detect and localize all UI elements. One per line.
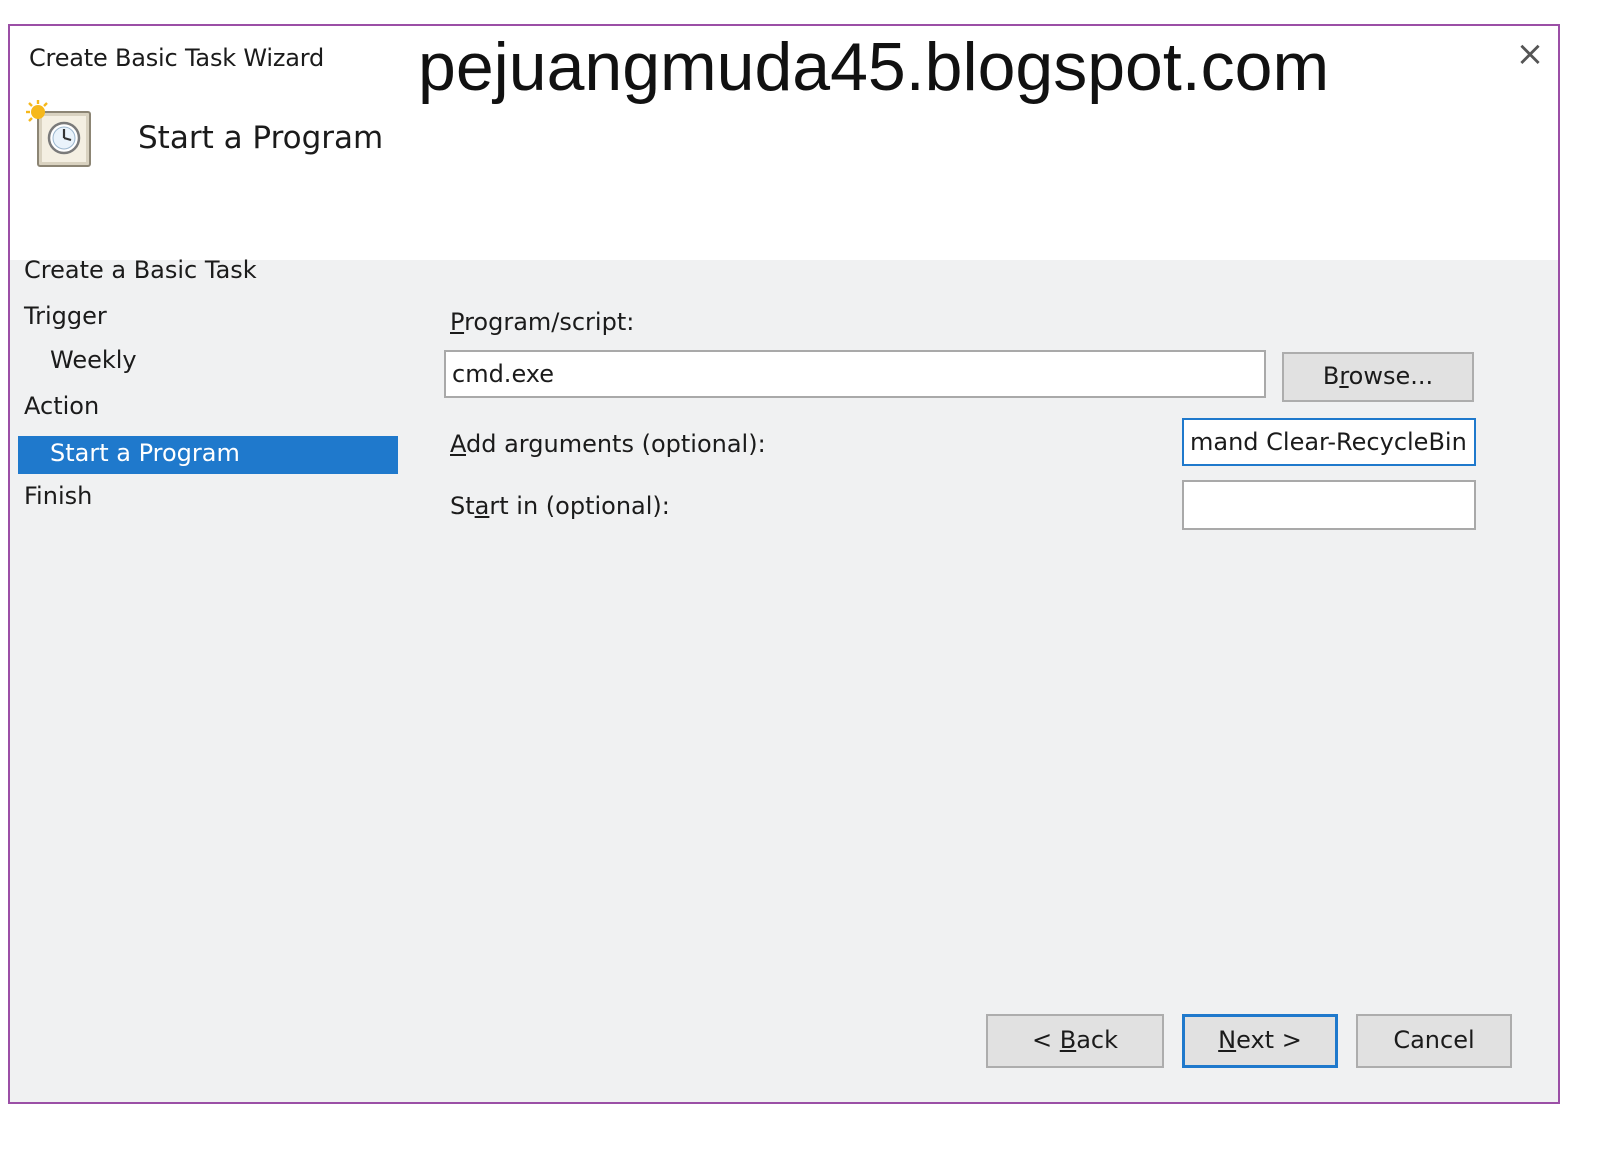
close-icon: × xyxy=(1515,34,1545,74)
program-script-input[interactable] xyxy=(444,350,1266,398)
back-button[interactable]: < Back xyxy=(986,1014,1164,1068)
close-button[interactable]: × xyxy=(1510,34,1550,74)
add-arguments-label: Add arguments (optional): xyxy=(450,430,766,458)
wizard-header: Create Basic Task Wizard pejuangmuda45.b… xyxy=(10,26,1558,260)
nav-create-basic-task[interactable]: Create a Basic Task xyxy=(24,256,257,284)
wizard-window: Create Basic Task Wizard pejuangmuda45.b… xyxy=(8,24,1560,1104)
browse-button[interactable]: Browse... xyxy=(1282,352,1474,402)
watermark-text: pejuangmuda45.blogspot.com xyxy=(418,29,1330,105)
add-arguments-input[interactable] xyxy=(1182,418,1476,466)
nav-finish[interactable]: Finish xyxy=(24,482,92,510)
start-in-label: Start in (optional): xyxy=(450,492,670,520)
cancel-button[interactable]: Cancel xyxy=(1356,1014,1512,1068)
window-title: Create Basic Task Wizard xyxy=(29,44,325,72)
next-button[interactable]: Next > xyxy=(1182,1014,1338,1068)
nav-start-program-label: Start a Program xyxy=(50,439,240,467)
nav-trigger[interactable]: Trigger xyxy=(24,302,107,330)
nav-action[interactable]: Action xyxy=(24,392,99,420)
start-in-input[interactable] xyxy=(1182,480,1476,530)
page-title: Start a Program xyxy=(138,120,384,156)
program-script-label: Program/script: xyxy=(450,308,635,336)
nav-start-program[interactable]: Start a Program xyxy=(18,436,398,474)
task-scheduler-clock-icon xyxy=(26,100,91,167)
nav-weekly[interactable]: Weekly xyxy=(50,346,137,374)
